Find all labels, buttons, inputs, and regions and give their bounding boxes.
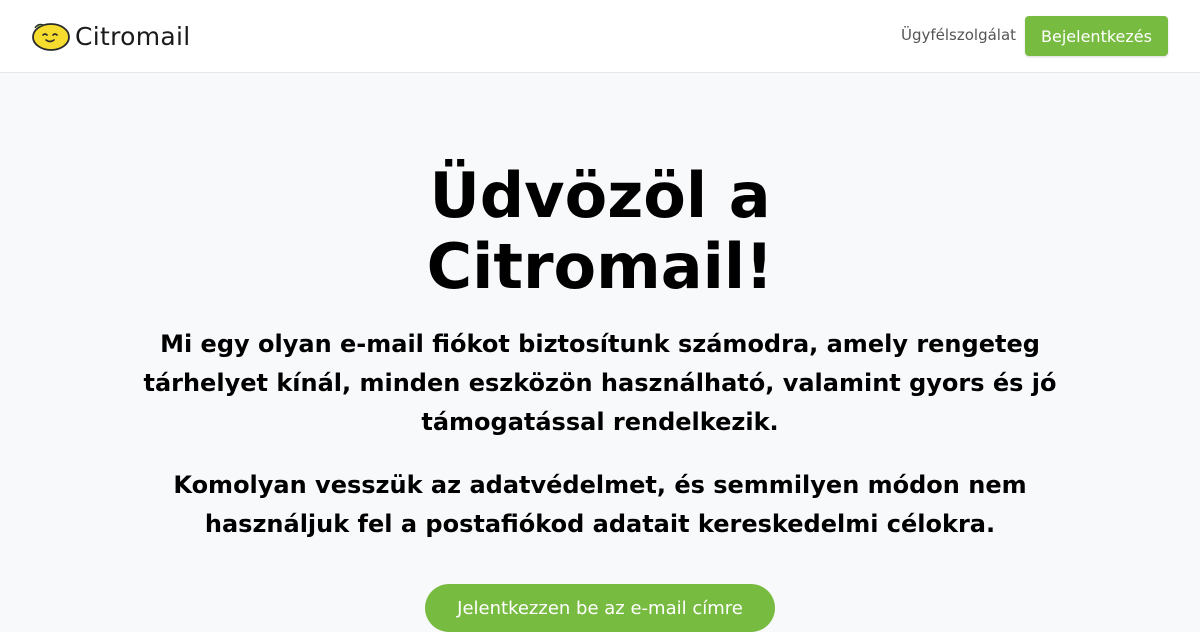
email-login-cta-button[interactable]: Jelentkezzen be az e-mail címre xyxy=(425,584,775,632)
hero-paragraph-features: Mi egy olyan e-mail fiókot biztosítunk s… xyxy=(143,330,1057,436)
hero-title: Üdvözöl a Citromail! xyxy=(426,159,774,303)
brand-name: Citromail xyxy=(75,21,191,51)
brand-logo-link[interactable]: Citromail xyxy=(31,18,191,54)
support-link[interactable]: Ügyfélszolgálat xyxy=(901,26,1016,44)
hero-paragraph-privacy: Komolyan vesszük az adatvédelmet, és sem… xyxy=(173,471,1027,538)
hero-section: Üdvözöl a Citromail! Mi egy olyan e-mail… xyxy=(0,160,1200,544)
login-button[interactable]: Bejelentkezés xyxy=(1025,16,1168,56)
lemon-icon xyxy=(31,20,71,52)
top-navbar: Citromail Ügyfélszolgálat Bejelentkezés xyxy=(0,0,1200,73)
